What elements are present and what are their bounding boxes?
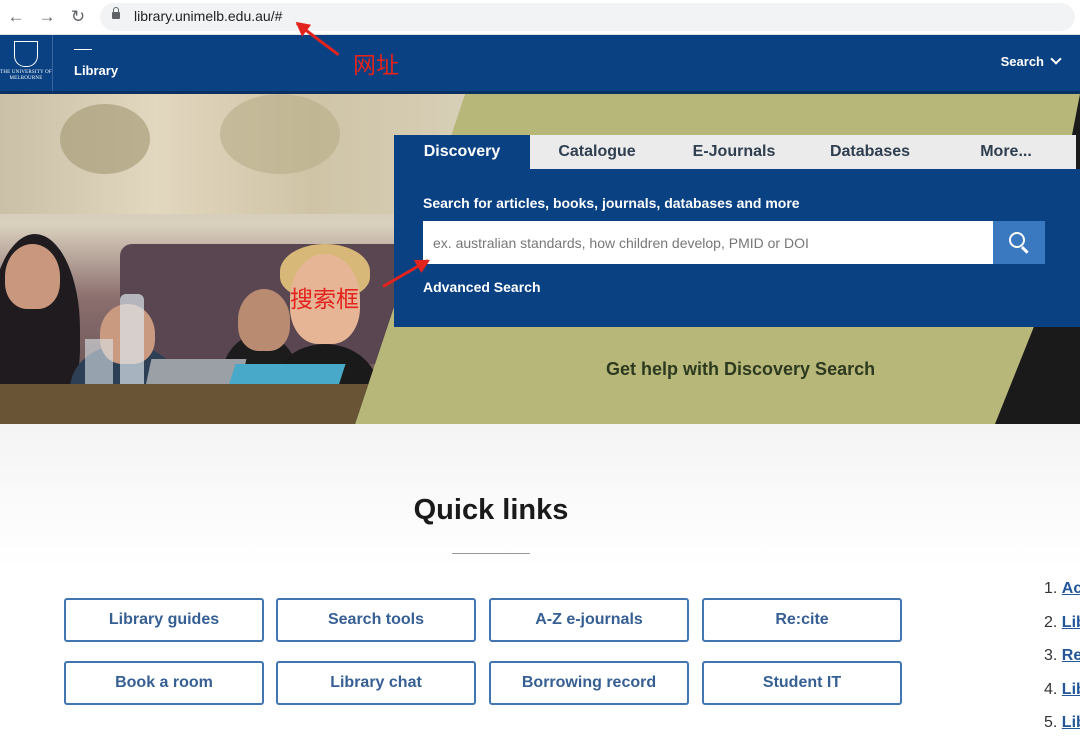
list-item: 1. Ac [1044, 580, 1080, 614]
quick-links-title: Quick links [413, 494, 569, 526]
list-link[interactable]: Ac [1062, 580, 1080, 597]
search-tabs: Discovery Catalogue E-Journals Databases… [394, 135, 1076, 169]
tab-databases[interactable]: Databases [804, 135, 936, 169]
list-item: 5. Lib [1044, 714, 1080, 748]
forward-arrow-icon[interactable]: → [37, 7, 57, 27]
book-a-room-button[interactable]: Book a room [64, 661, 264, 705]
search-menu-label: Search [1000, 54, 1044, 69]
url-text[interactable]: library.unimelb.edu.au/# [134, 8, 282, 24]
tab-catalogue[interactable]: Catalogue [530, 135, 664, 169]
tab-e-journals[interactable]: E-Journals [664, 135, 804, 169]
tab-more[interactable]: More... [936, 135, 1076, 169]
library-guides-button[interactable]: Library guides [64, 598, 264, 642]
a-z-ejournals-button[interactable]: A-Z e-journals [489, 598, 689, 642]
search-menu-button[interactable]: Search [1000, 53, 1062, 69]
site-header: THE UNIVERSITY OF MELBOURNE Library Sear… [0, 35, 1080, 94]
list-link[interactable]: Lib [1062, 614, 1080, 631]
search-icon [1009, 232, 1025, 248]
table-image [0, 384, 465, 424]
title-divider [74, 49, 92, 50]
search-tools-button[interactable]: Search tools [276, 598, 476, 642]
student-it-button[interactable]: Student IT [702, 661, 902, 705]
reload-icon[interactable]: ↻ [68, 7, 88, 27]
searchbox-annotation: 搜索框 [290, 287, 359, 313]
library-chat-button[interactable]: Library chat [276, 661, 476, 705]
search-button[interactable] [993, 221, 1045, 264]
search-input[interactable] [423, 221, 993, 264]
list-link[interactable]: Lib [1062, 714, 1080, 731]
borrowing-record-button[interactable]: Borrowing record [489, 661, 689, 705]
search-label: Search for articles, books, journals, da… [423, 195, 800, 211]
search-panel: Search for articles, books, journals, da… [394, 169, 1080, 327]
discovery-help-link[interactable]: Get help with Discovery Search [606, 359, 875, 380]
chevron-down-icon [1050, 53, 1062, 65]
list-item: 3. Re [1044, 647, 1080, 681]
university-logo[interactable]: THE UNIVERSITY OF MELBOURNE [0, 35, 53, 91]
list-item: 2. Lib [1044, 614, 1080, 648]
site-title[interactable]: Library [74, 63, 118, 78]
tab-discovery[interactable]: Discovery [394, 135, 530, 169]
list-link[interactable]: Lib [1062, 681, 1080, 698]
crest-icon [14, 41, 38, 67]
advanced-search-link[interactable]: Advanced Search [423, 279, 541, 295]
side-ordered-list: 1. Ac 2. Lib 3. Re 4. Lib 5. Lib [1044, 580, 1080, 748]
url-annotation: 网址 [353, 53, 399, 79]
title-underline [452, 553, 530, 554]
logo-text: THE UNIVERSITY OF MELBOURNE [0, 70, 52, 81]
address-bar[interactable]: library.unimelb.edu.au/# [100, 3, 1075, 31]
browser-toolbar: ← → ↻ library.unimelb.edu.au/# [0, 0, 1080, 35]
back-arrow-icon[interactable]: ← [6, 7, 26, 27]
lock-icon [112, 7, 120, 19]
list-item: 4. Lib [1044, 681, 1080, 715]
recite-button[interactable]: Re:cite [702, 598, 902, 642]
list-link[interactable]: Re [1062, 647, 1080, 664]
